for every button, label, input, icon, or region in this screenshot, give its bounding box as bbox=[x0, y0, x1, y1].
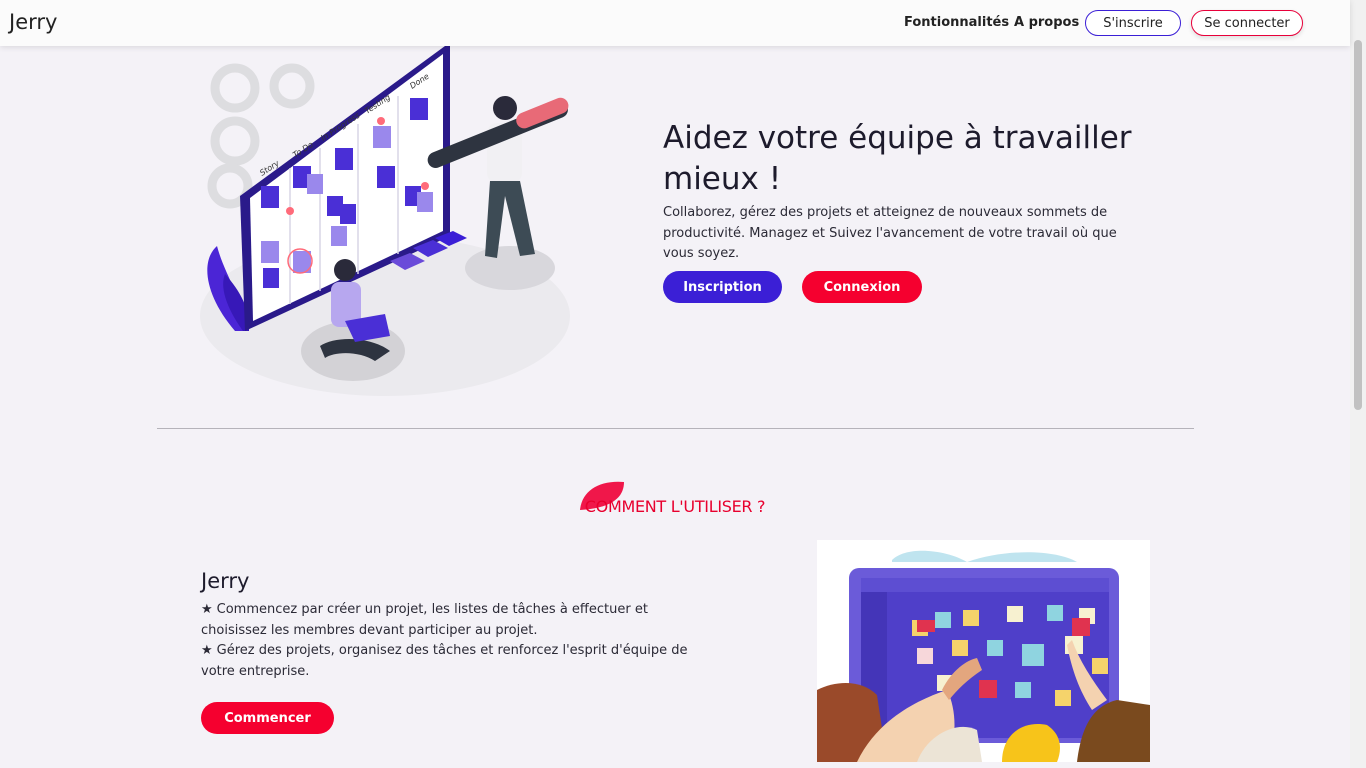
step-item-2: ★ Gérez des projets, organisez des tâches… bbox=[201, 641, 691, 682]
commencer-button[interactable]: Commencer bbox=[201, 702, 334, 734]
connexion-button[interactable]: Connexion bbox=[802, 271, 922, 303]
star-icon: ★ bbox=[201, 643, 213, 658]
nav-link-features[interactable]: Fontionnalités bbox=[904, 15, 1009, 30]
login-button[interactable]: Se connecter bbox=[1191, 10, 1303, 36]
step-text-1: Commencez par créer un projet, les liste… bbox=[201, 602, 648, 638]
how-title: Jerry bbox=[201, 569, 250, 593]
step-text-2: Gérez des projets, organisez des tâches … bbox=[201, 643, 688, 679]
brand-logo[interactable]: Jerry bbox=[9, 10, 57, 34]
kanban-board-illustration: Story To Do In Progress Testing Done bbox=[200, 46, 570, 396]
inscription-button[interactable]: Inscription bbox=[663, 271, 782, 303]
section-divider bbox=[157, 428, 1194, 429]
vertical-scrollbar[interactable] bbox=[1350, 0, 1366, 768]
star-icon: ★ bbox=[201, 602, 213, 617]
sticky-notes-illustration bbox=[817, 540, 1150, 762]
scrollbar-thumb[interactable] bbox=[1354, 40, 1362, 410]
step-item-1: ★ Commencez par créer un projet, les list… bbox=[201, 600, 691, 641]
section-title: COMMENT L'UTILISER ? bbox=[584, 497, 766, 516]
navbar: Jerry Fontionnalités A propos S'inscrire… bbox=[0, 0, 1350, 46]
section-heading: COMMENT L'UTILISER ? bbox=[560, 476, 790, 520]
signup-button[interactable]: S'inscrire bbox=[1085, 10, 1181, 36]
hero-title: Aidez votre équipe à travailler mieux ! bbox=[663, 120, 1132, 197]
hero-description: Collaborez, gérez des projets et atteign… bbox=[663, 205, 1117, 261]
nav-link-about[interactable]: A propos bbox=[1014, 15, 1079, 30]
